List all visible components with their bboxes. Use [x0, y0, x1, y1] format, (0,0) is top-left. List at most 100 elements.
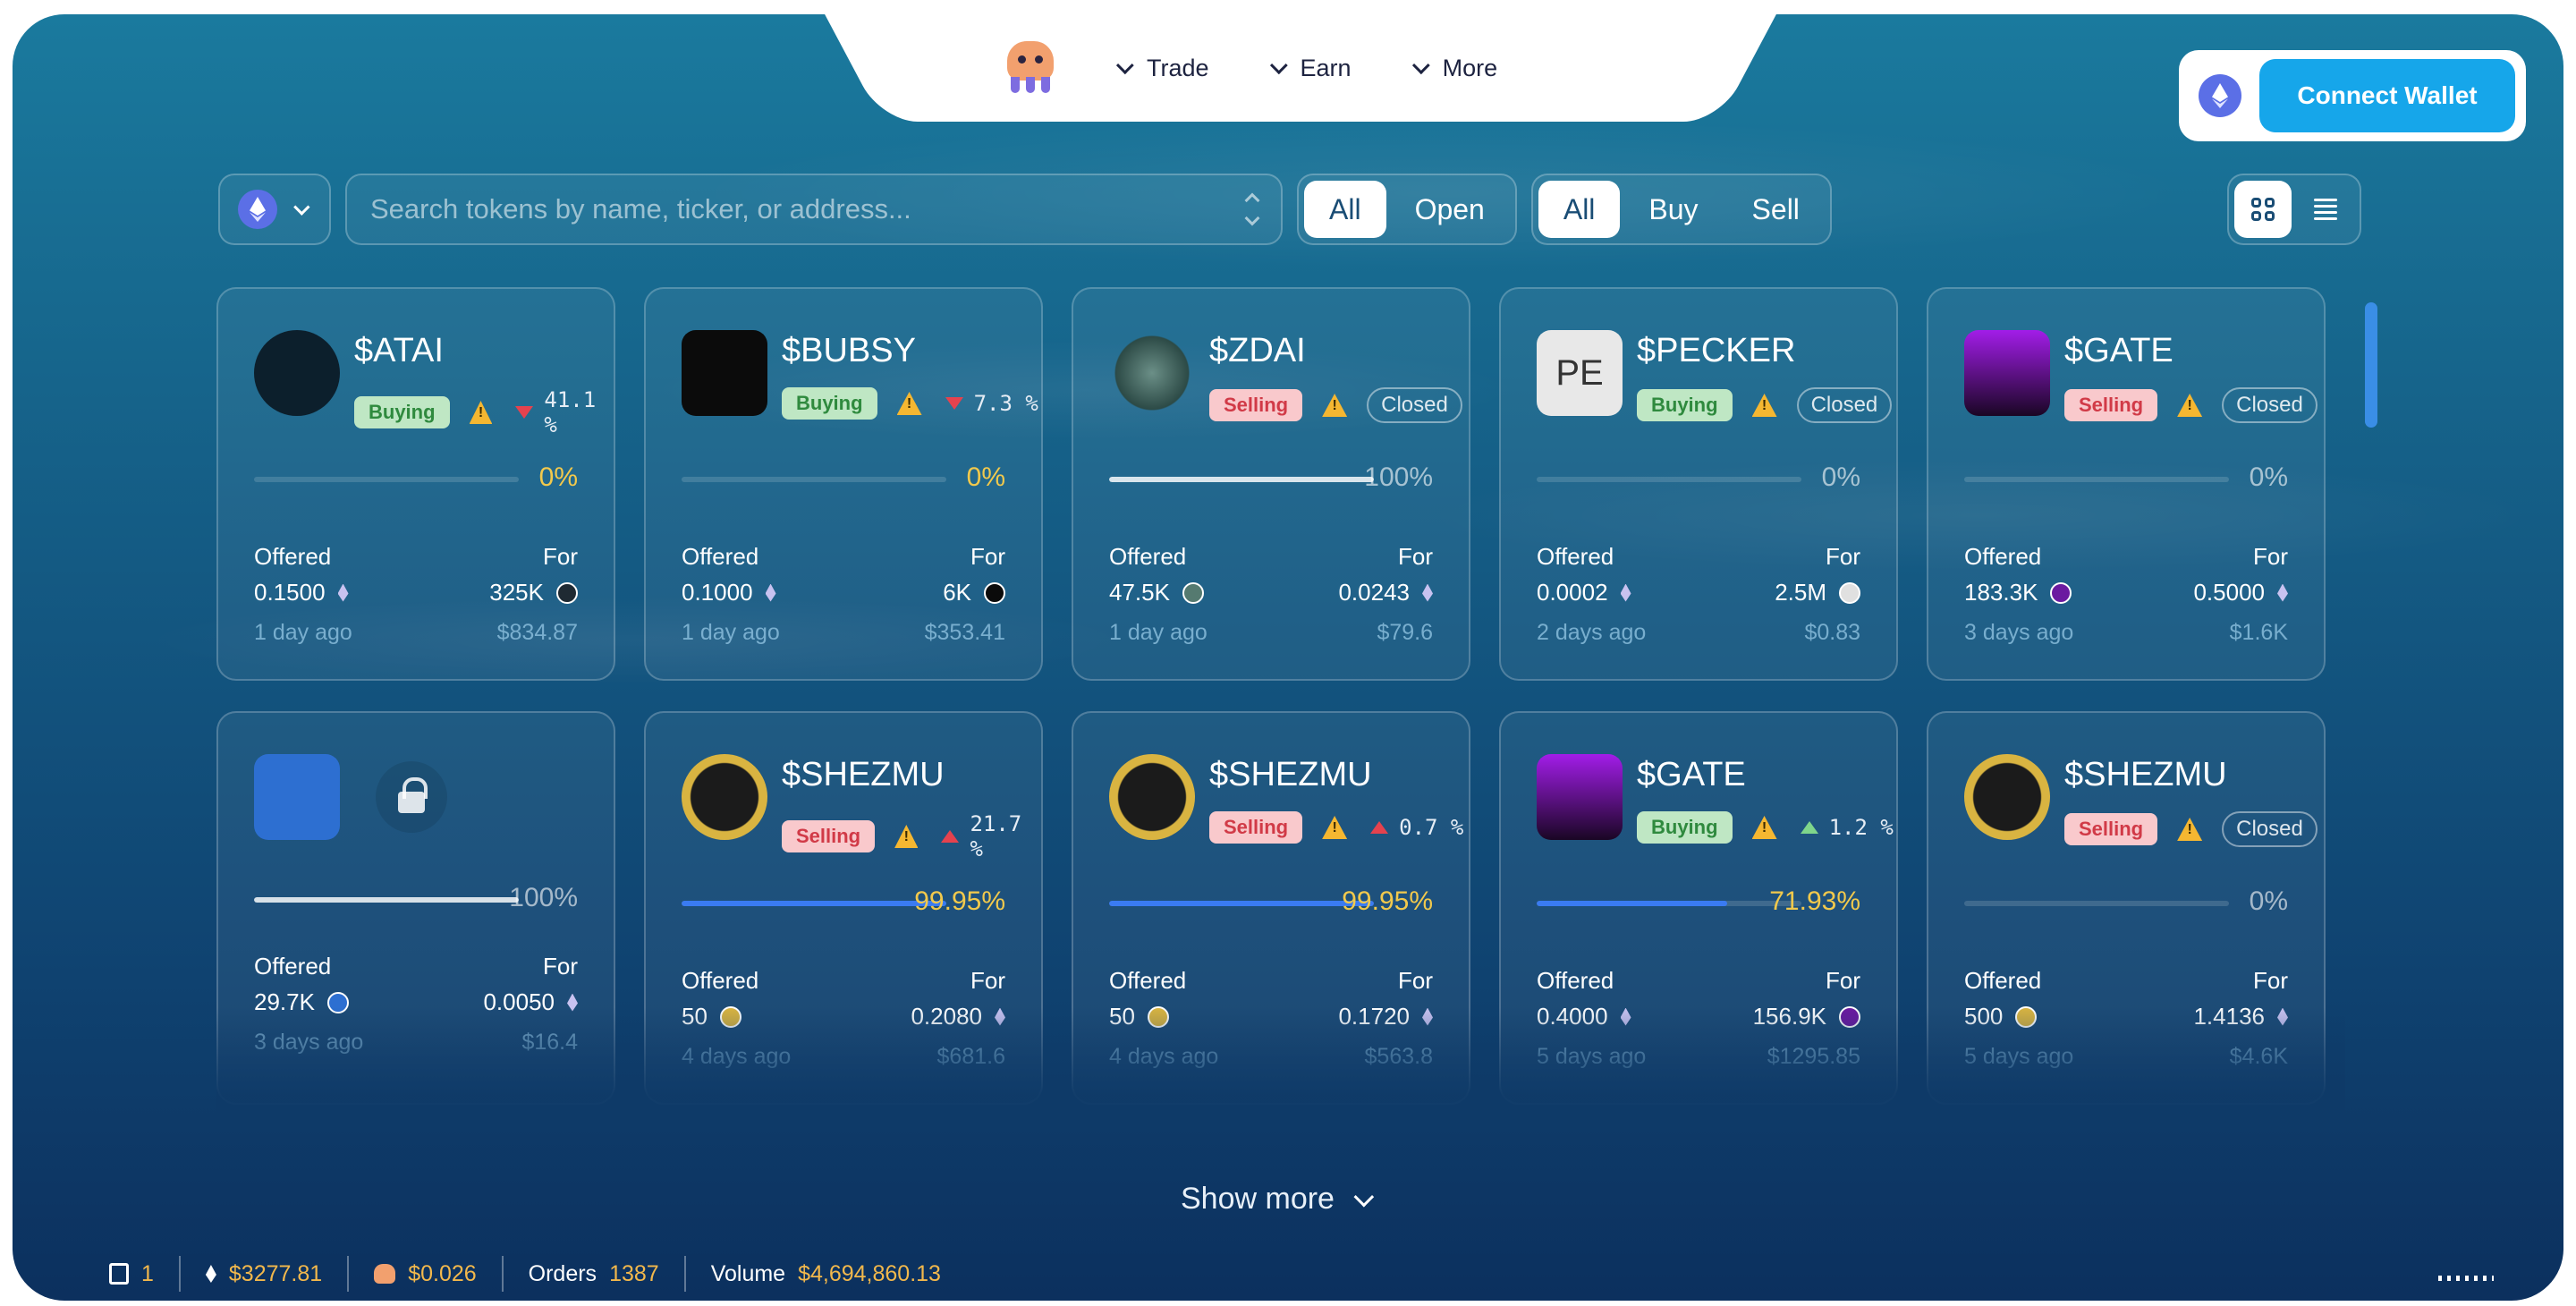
list-icon — [2314, 199, 2337, 220]
lock-icon — [376, 761, 447, 833]
atai-token-icon — [254, 330, 340, 416]
offer-card[interactable]: PE $PECKER Buying Closed 0% Offered For 0.0002 2… — [1499, 287, 1898, 681]
ethereum-icon — [1422, 584, 1433, 602]
offer-card[interactable]: $GATE Selling Closed 0% Offered For 183.3K 0.50… — [1927, 287, 2326, 681]
side-filter-buy[interactable]: Buy — [1623, 181, 1723, 238]
status-filter-all[interactable]: All — [1304, 181, 1386, 238]
warning-icon — [2177, 394, 2202, 417]
status-filter-open[interactable]: Open — [1390, 181, 1510, 238]
triangle-down-icon — [515, 406, 534, 419]
offered-amount: 0.1500 — [254, 579, 349, 606]
eth-price-status: $3277.81 — [181, 1261, 347, 1287]
top-navbar: Trade Earn More — [907, 14, 1694, 122]
more-dots-icon[interactable] — [2438, 1276, 2494, 1281]
card-meta: 3 days ago $1.6K — [1964, 620, 2288, 646]
pecker-token-icon: PE — [1537, 330, 1623, 416]
fill-percentage: 0% — [966, 462, 1005, 492]
token-ticker: $ATAI — [354, 332, 444, 369]
card-badges: Selling Closed — [2064, 811, 2318, 847]
warning-icon — [1322, 816, 1347, 839]
nav-earn-label: Earn — [1300, 54, 1352, 81]
for-amount: 0.0243 — [1338, 579, 1433, 606]
for-label: For — [970, 543, 1005, 570]
search-box — [345, 174, 1283, 245]
list-view-button[interactable] — [2297, 181, 2354, 238]
nav-trade[interactable]: Trade — [1115, 55, 1209, 82]
fill-percentage: 0% — [2249, 462, 2288, 492]
for-amount: 325K — [489, 579, 578, 606]
amount-labels: Offered For — [254, 543, 578, 571]
fill-percentage: 0% — [1821, 462, 1860, 492]
octopus-token-icon — [374, 1264, 396, 1284]
ethereum-network-icon[interactable] — [2199, 74, 2241, 117]
grid-fade-overlay — [216, 1007, 2345, 1132]
sort-arrows-icon[interactable] — [1244, 192, 1260, 226]
offered-value: 0.0002 — [1537, 579, 1608, 606]
token-ticker: $ZDAI — [1209, 332, 1306, 369]
volume-status: Volume $4,694,860.13 — [686, 1261, 966, 1287]
nav-earn[interactable]: Earn — [1269, 54, 1352, 82]
grid-view-button[interactable] — [2234, 181, 2292, 238]
chevron-down-icon — [1115, 56, 1134, 75]
time-ago: 1 day ago — [1109, 620, 1208, 645]
warning-icon — [470, 401, 493, 424]
triangle-down-icon — [945, 397, 963, 410]
closed-badge: Closed — [1796, 387, 1893, 423]
search-input[interactable] — [370, 193, 1175, 225]
nav-more-label: More — [1442, 54, 1498, 81]
octopus-logo-icon[interactable] — [1005, 41, 1055, 95]
shield-token-icon — [254, 754, 340, 840]
ethereum-icon — [1621, 584, 1631, 602]
offer-card[interactable]: $BUBSY Buying 7.3 % 0% Offered For 0.1000 6K 1 d… — [644, 287, 1043, 681]
nav-more[interactable]: More — [1411, 54, 1498, 82]
offered-label: Offered — [1964, 543, 2042, 570]
fill-percentage: 100% — [509, 883, 578, 912]
usd-value: $353.41 — [924, 620, 1005, 645]
amount-labels: Offered For — [682, 543, 1005, 571]
show-more-button[interactable]: Show more — [1181, 1182, 1375, 1217]
fill-progress-bar — [1537, 901, 1801, 906]
amount-values: 0.1000 6K — [682, 579, 1005, 606]
connect-wallet-button[interactable]: Connect Wallet — [2259, 59, 2515, 132]
gate-token-icon — [1537, 754, 1623, 840]
offered-label: Offered — [1964, 967, 2042, 994]
fill-percentage: 0% — [2249, 886, 2288, 916]
volume-label: Volume — [710, 1260, 786, 1286]
ethereum-icon — [206, 1265, 216, 1283]
show-more-label: Show more — [1181, 1182, 1335, 1216]
side-filter-all[interactable]: All — [1538, 181, 1621, 238]
closed-badge: Closed — [1367, 387, 1462, 423]
token-icon — [556, 581, 578, 604]
time-ago: 1 day ago — [254, 620, 352, 645]
for-label: For — [543, 543, 578, 570]
zdai-token-icon — [1109, 330, 1195, 416]
warning-icon — [894, 825, 919, 848]
warning-icon — [897, 392, 922, 415]
side-filter-sell[interactable]: Sell — [1727, 181, 1825, 238]
scrollbar[interactable] — [2365, 292, 2377, 1124]
warning-icon — [1752, 816, 1777, 839]
token-ticker: $PECKER — [1637, 332, 1796, 369]
fill-progress-bar — [254, 897, 519, 903]
warning-icon — [2177, 818, 2202, 841]
order-type-badge: Buying — [1637, 389, 1733, 421]
time-ago: 1 day ago — [682, 620, 780, 645]
scrollbar-thumb[interactable] — [2365, 302, 2377, 428]
triangle-up-icon — [1800, 821, 1818, 834]
price-change-value: 21.7 % — [970, 811, 1022, 861]
price-change: 41.1 % — [515, 387, 614, 437]
amount-labels: Offered For — [1964, 543, 2288, 571]
card-badges: Buying 41.1 % — [354, 387, 614, 437]
chain-selector[interactable] — [218, 174, 331, 245]
offer-card[interactable]: $ZDAI Selling Closed 100% Offered For 47.5K 0.0… — [1072, 287, 1470, 681]
orders-label: Orders — [528, 1260, 597, 1286]
fill-progress-bar — [1109, 477, 1374, 482]
offered-amount: 47.5K — [1109, 579, 1204, 606]
gate-token-icon — [1964, 330, 2050, 416]
side-filter: All Buy Sell — [1530, 174, 1832, 245]
offer-card[interactable]: $ATAI Buying 41.1 % 0% Offered For 0.1500 325K 1… — [216, 287, 615, 681]
usd-value: $0.83 — [1804, 620, 1860, 645]
shezmu-token-icon — [1964, 754, 2050, 840]
shezmu-token-icon — [682, 754, 767, 840]
card-badges: Buying Closed — [1637, 387, 1893, 423]
